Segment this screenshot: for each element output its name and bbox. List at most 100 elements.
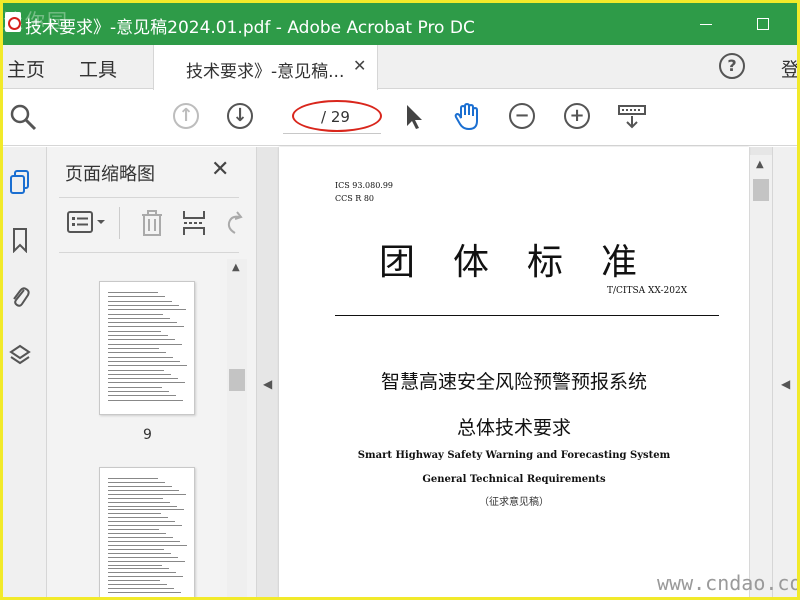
- thumbnail-text-line: [108, 304, 179, 306]
- acrobat-app-icon: [5, 12, 21, 32]
- thumbnail-text-line: [108, 513, 161, 515]
- thumbnail-text-line: [108, 352, 166, 354]
- thumbnail-text-line: [108, 369, 164, 371]
- thumbnail-text-line: [108, 386, 162, 388]
- scrollbar-thumb[interactable]: [753, 179, 769, 201]
- document-title-en: Smart Highway Safety Warning and Forecas…: [357, 450, 671, 461]
- ccs-code: CCS R 80: [335, 194, 375, 203]
- pdf-page: ICS 93.080.99 CCS R 80 团体标准 T/CITSA XX-2…: [279, 147, 749, 597]
- options-menu-icon[interactable]: [67, 209, 107, 235]
- search-icon[interactable]: [8, 102, 38, 132]
- thumbnail-text-line: [108, 568, 169, 570]
- page-thumbnail-9[interactable]: [99, 281, 195, 415]
- thumbnail-text-line: [108, 300, 172, 302]
- window-title: 技术要求》-意见稿2024.01.pdf - Adobe Acrobat Pro…: [25, 18, 475, 38]
- document-subtitle-en: General Technical Requirements: [422, 474, 606, 485]
- document-view: ◀ ICS 93.080.99 CCS R 80 团体标准 T/CITSA XX…: [257, 147, 797, 597]
- menu-bar: 主页 工具 技术要求》-意见稿... ✕ ? 登: [3, 45, 797, 90]
- thumbnail-text-line: [108, 378, 178, 380]
- toolbar-divider: [119, 207, 120, 239]
- thumbnail-scrollbar[interactable]: ▲: [227, 259, 247, 597]
- thumbnail-text-line: [108, 309, 186, 311]
- ics-code: ICS 93.080.99: [335, 181, 394, 190]
- thumbnail-text-line: [108, 330, 161, 332]
- classification-codes: ICS 93.080.99 CCS R 80: [335, 179, 393, 205]
- page-thumbnail-label: 9: [143, 427, 152, 443]
- document-tab[interactable]: 技术要求》-意见稿... ✕: [153, 45, 378, 90]
- thumbnail-text-line: [108, 356, 173, 358]
- bookmark-icon[interactable]: [9, 227, 31, 253]
- thumbnail-text-line: [108, 501, 170, 503]
- page-up-icon[interactable]: ↑: [173, 103, 199, 129]
- menu-home[interactable]: 主页: [7, 55, 45, 82]
- thumbnail-text-line: [108, 592, 181, 594]
- thumbnail-panel: 页面缩略图 ✕ 9 ▲: [47, 147, 257, 597]
- thumbnail-text-line: [108, 485, 172, 487]
- layers-icon[interactable]: [9, 343, 31, 369]
- thumbnail-text-line: [108, 544, 187, 546]
- rotate-icon[interactable]: [223, 209, 245, 237]
- thumbnail-text-line: [108, 365, 187, 367]
- thumbnail-text-line: [108, 313, 163, 315]
- page-down-icon[interactable]: ↓: [227, 103, 253, 129]
- thumbnail-text-line: [108, 481, 165, 483]
- thumbnail-text-line: [108, 517, 168, 519]
- thumbnail-text-line: [108, 395, 176, 397]
- thumbnail-text-line: [108, 292, 158, 293]
- thumbnail-text-line: [108, 540, 180, 542]
- thumbnail-text-line: [108, 317, 170, 319]
- page-thumbnails-icon[interactable]: [9, 169, 31, 195]
- close-tab-icon[interactable]: ✕: [353, 56, 366, 75]
- scroll-up-arrow-icon[interactable]: ▲: [232, 262, 240, 273]
- thumbnail-text-line: [108, 478, 158, 479]
- scroll-up-arrow-icon[interactable]: ▲: [756, 159, 764, 170]
- select-cursor-icon[interactable]: [399, 102, 429, 132]
- zoom-out-icon[interactable]: −: [509, 103, 535, 129]
- thumbnail-text-line: [108, 588, 174, 590]
- thumbnail-text-line: [108, 489, 179, 491]
- thumbnail-text-line: [108, 564, 162, 566]
- thumbnail-text-line: [108, 326, 184, 328]
- sign-in-link[interactable]: 登: [781, 55, 797, 82]
- toolbar: ↑ ↓ / 29 − +: [3, 90, 797, 146]
- site-watermark: www.cndao.com: [657, 571, 800, 595]
- thumbnail-text-line: [108, 509, 184, 511]
- divider: [59, 197, 239, 198]
- thumbnail-text-line: [108, 382, 185, 384]
- thumbnail-text-line: [108, 521, 175, 523]
- thumbnail-text-line: [108, 576, 183, 578]
- thumbnail-text-line: [108, 548, 164, 550]
- trash-icon[interactable]: [139, 209, 165, 237]
- thumbnail-text-line: [108, 296, 165, 298]
- thumbnail-text-line: [108, 343, 182, 345]
- document-title-cn: 智慧高速安全风险预警预报系统: [380, 371, 647, 393]
- right-panel-strip: ◀: [772, 147, 797, 597]
- thumbnail-text-line: [108, 339, 175, 341]
- thumbnail-text-line: [108, 348, 159, 349]
- attachment-icon[interactable]: [9, 283, 31, 309]
- document-scrollbar[interactable]: ▲: [750, 155, 772, 597]
- thumbnail-text-line: [108, 505, 177, 507]
- hand-icon[interactable]: [452, 102, 482, 132]
- insert-page-icon[interactable]: [181, 209, 207, 237]
- minimize-button[interactable]: [700, 24, 712, 25]
- maximize-button[interactable]: [757, 18, 769, 30]
- close-panel-icon[interactable]: ✕: [211, 157, 229, 182]
- read-mode-icon[interactable]: [617, 102, 647, 132]
- page-thumbnail-10[interactable]: [99, 467, 195, 597]
- standard-number: T/CITSA XX-202X: [607, 286, 688, 296]
- scrollbar-thumb[interactable]: [229, 369, 245, 391]
- thumbnail-text-line: [108, 391, 169, 393]
- thumbnail-text-line: [108, 572, 176, 574]
- help-icon[interactable]: ?: [719, 53, 745, 79]
- zoom-in-icon[interactable]: +: [564, 103, 590, 129]
- divider: [59, 252, 239, 253]
- window-frame: 迷你园 技术要求》-意见稿2024.01.pdf - Adobe Acrobat…: [0, 0, 800, 600]
- annotation-oval: [292, 100, 382, 132]
- document-tab-label: 技术要求》-意见稿...: [186, 62, 345, 82]
- thumbnail-text-line: [108, 335, 168, 337]
- collapse-left-panel-icon[interactable]: ◀: [263, 377, 272, 391]
- expand-right-panel-icon[interactable]: ◀: [781, 377, 790, 391]
- menu-tools[interactable]: 工具: [79, 55, 117, 82]
- thumbnail-text-line: [108, 529, 159, 531]
